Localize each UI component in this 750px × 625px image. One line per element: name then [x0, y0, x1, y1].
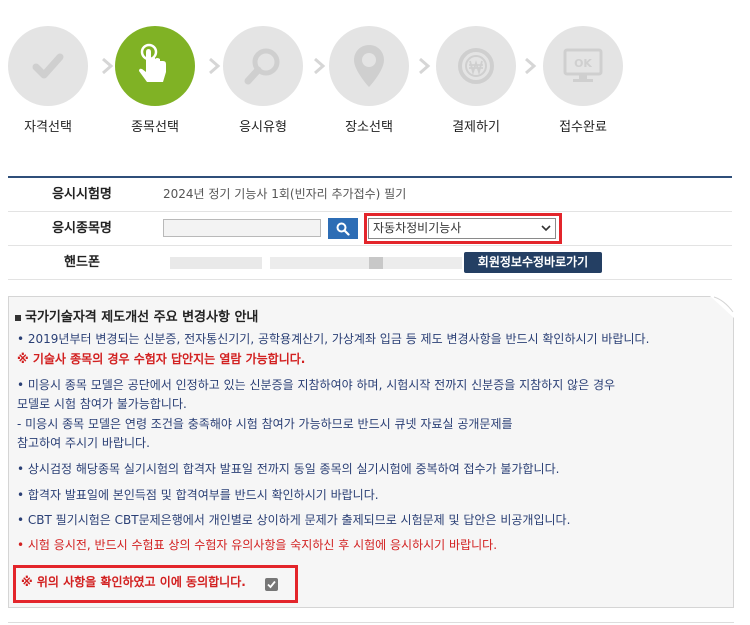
ok-text: OK [574, 57, 592, 70]
step-qualification: 자격선택 [0, 26, 108, 135]
step-location: 장소선택 [309, 26, 429, 135]
search-icon [336, 222, 350, 236]
agree-checkbox[interactable] [265, 578, 278, 591]
step-subject: 종목선택 [95, 26, 215, 135]
step-payment: 결제하기 [416, 26, 536, 135]
notice-line: 참고하여 주시기 바랍니다. [17, 436, 150, 450]
notice-line: • 상시검정 해당종목 실기시험의 합격자 발표일 전까지 동일 종목의 실기시… [17, 462, 560, 476]
magnifier-icon [244, 48, 280, 85]
redacted-phone [270, 257, 462, 269]
checkmark-icon [267, 580, 276, 589]
notice-line: 모델로 시험 참여가 불가능합니다. [17, 397, 187, 411]
agree-text: ※ 위의 사항을 확인하였고 이에 동의합니다. [21, 575, 246, 589]
edit-member-info-button[interactable]: 회원정보수정바로가기 [464, 252, 602, 273]
divider [8, 622, 734, 623]
notice-line: • CBT 필기시험은 CBT문제은행에서 개인별로 상이하게 문제가 출제되므… [17, 513, 571, 527]
step-circle [436, 26, 516, 106]
square-bullet-icon [15, 314, 21, 321]
application-form: 응시시험명 2024년 정기 기능사 1회(빈자리 추가접수) 필기 응시종목명… [8, 176, 732, 280]
step-circle [329, 26, 409, 106]
redacted-phone [369, 257, 383, 269]
exam-name-value: 2024년 정기 기능사 1회(빈자리 추가접수) 필기 [163, 187, 407, 201]
notice-line: ※ 기술사 종목의 경우 수험자 답안지는 열람 가능합니다. [17, 352, 306, 366]
step-exam-type: 응시유형 [203, 26, 323, 135]
step-complete: OK 접수완료 [523, 26, 643, 135]
subject-label: 응시종목명 [52, 221, 112, 236]
page-fold-icon [710, 296, 734, 318]
redacted-phone [170, 257, 262, 269]
location-pin-icon [354, 45, 384, 87]
step-label: 접수완료 [559, 120, 607, 135]
pointer-hand-icon [139, 43, 166, 82]
notice-line: • 시험 응시전, 반드시 수험표 상의 수험자 유의사항을 숙지하신 후 시험… [17, 538, 498, 552]
step-label: 결제하기 [452, 120, 500, 135]
notice-line: - 미응시 종목 모델은 연령 조건을 충족해야 시험 참여가 가능하므로 반드… [17, 417, 513, 431]
notice-line: • 합격자 발표일에 본인득점 및 합격여부를 반드시 확인하시기 바랍니다. [17, 488, 379, 502]
notice-title: 국가기술자격 제도개선 주요 변경사항 안내 [15, 306, 258, 325]
notice-line: • 2019년부터 변경되는 신분증, 전자통신기기, 공학용계산기, 가상계좌… [17, 332, 650, 346]
step-circle [223, 26, 303, 106]
step-circle: OK [543, 26, 623, 106]
step-circle [8, 26, 88, 106]
step-circle [115, 26, 195, 106]
subject-search-input[interactable] [163, 219, 321, 237]
step-label: 종목선택 [131, 120, 179, 135]
won-coin-icon [458, 48, 494, 84]
highlight-box [364, 213, 562, 244]
notice-box: 국가기술자격 제도개선 주요 변경사항 안내 • 2019년부터 변경되는 신분… [8, 296, 734, 608]
step-label: 자격선택 [24, 120, 72, 135]
progress-steps: 자격선택 종목선택 응시유형 장소선택 결제하기 OK 접수완료 [0, 0, 750, 150]
subject-row: 응시종목명 자동차정비기능사 [8, 212, 732, 246]
search-button[interactable] [328, 218, 358, 239]
phone-row: 핸드폰 회원정보수정바로가기 [8, 246, 732, 280]
ok-monitor-icon: OK [563, 48, 603, 82]
check-icon [32, 53, 64, 79]
phone-label: 핸드폰 [64, 255, 100, 270]
notice-line: • 미응시 종목 모델은 공단에서 인정하고 있는 신분증을 지참하여야 하며,… [17, 378, 616, 392]
step-label: 응시유형 [239, 120, 287, 135]
exam-name-row: 응시시험명 2024년 정기 기능사 1회(빈자리 추가접수) 필기 [8, 178, 732, 212]
step-label: 장소선택 [345, 120, 393, 135]
exam-name-label: 응시시험명 [52, 187, 112, 202]
